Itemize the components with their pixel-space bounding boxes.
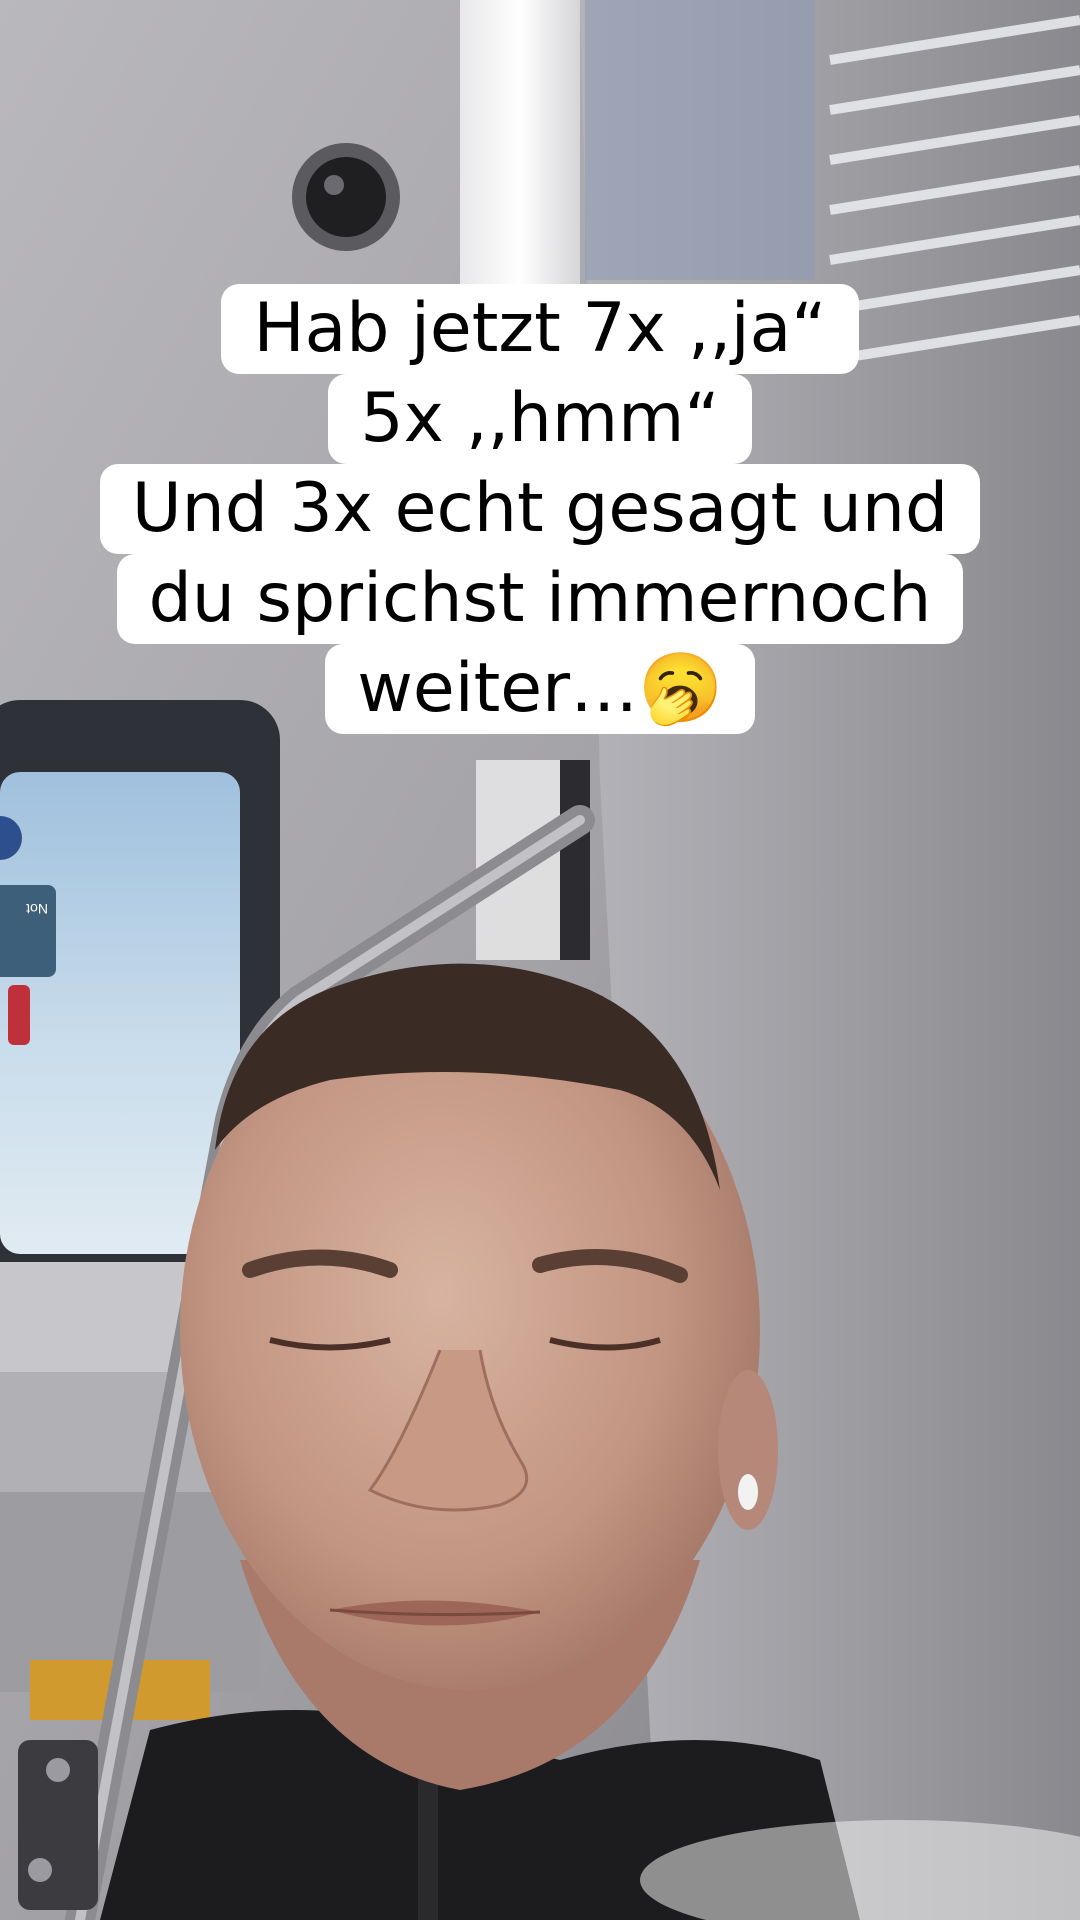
caption-overlay: Hab jetzt 7x ‚‚ja“ 5x ‚‚hmm“ Und 3x echt… xyxy=(0,284,1080,734)
caption-line-3: Und 3x echt gesagt und xyxy=(99,464,981,554)
blind-panel xyxy=(585,0,815,280)
emergency-sign-label: Not xyxy=(26,901,48,917)
caption-line-4: du sprichst immernoch xyxy=(116,554,964,644)
caption-line-5: weiter…🥱 xyxy=(325,644,755,734)
caption-line-2: 5x ‚‚hmm“ xyxy=(328,374,752,464)
earbud xyxy=(738,1474,758,1510)
ceiling-light-strip xyxy=(460,0,580,290)
emergency-sign xyxy=(0,885,56,977)
caption-line-1: Hab jetzt 7x ‚‚ja“ xyxy=(221,284,859,374)
